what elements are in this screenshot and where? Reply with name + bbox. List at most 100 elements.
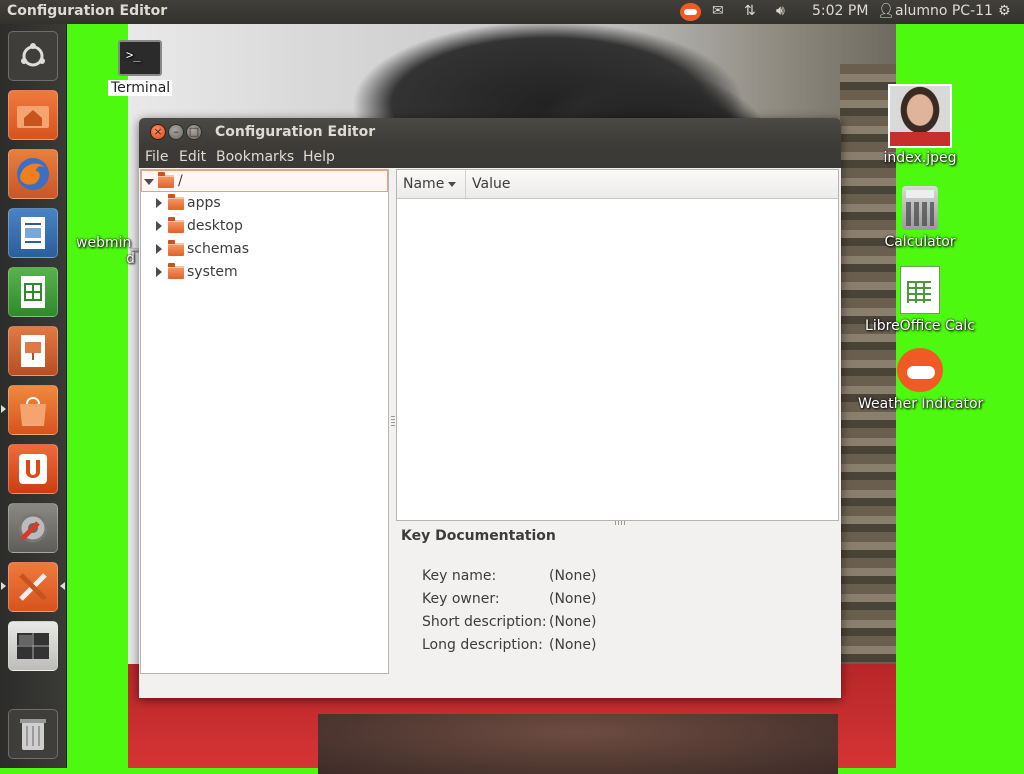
long-description-label: Long description: — [422, 637, 543, 653]
workspace-switcher-button[interactable] — [8, 621, 58, 671]
window-titlebar[interactable]: × – □ Configuration Editor — [139, 118, 841, 146]
volume-icon[interactable]: 🔊︎ — [776, 3, 785, 19]
calculator-label: Calculator — [884, 234, 956, 250]
webmin-label: webmin_ — [76, 235, 139, 251]
ubuntu-logo-icon — [9, 32, 57, 80]
menu-help[interactable]: Help — [303, 149, 335, 165]
files-launcher-button[interactable] — [8, 90, 58, 140]
tree-row-system[interactable]: system — [141, 262, 388, 284]
column-header-name[interactable]: Name — [397, 170, 466, 198]
tree-label: desktop — [187, 218, 243, 234]
tree-label: system — [187, 264, 238, 280]
column-name-label: Name — [403, 176, 445, 192]
webmin-label-2: d — [126, 251, 135, 267]
libreoffice-calc-desktop-icon[interactable]: LibreOffice Calc — [860, 266, 980, 334]
writer-launcher-button[interactable] — [8, 208, 58, 258]
tree-label: schemas — [187, 241, 249, 257]
minimize-icon: – — [173, 125, 179, 138]
short-description-value: (None) — [549, 614, 597, 630]
tree-row-apps[interactable]: apps — [141, 193, 388, 215]
menu-edit[interactable]: Edit — [179, 149, 206, 165]
key-documentation-heading: Key Documentation — [401, 528, 556, 544]
weather-indicator-icon[interactable] — [680, 3, 701, 21]
settings-wrench-icon — [9, 504, 57, 552]
folder-icon — [168, 217, 184, 233]
settings-gear-icon[interactable]: ⚙ — [998, 3, 1011, 19]
expander-closed-icon[interactable] — [156, 267, 162, 277]
key-value-list[interactable]: Name Value — [396, 169, 839, 521]
weather-cloud-icon — [897, 348, 943, 392]
terminal-desktop-icon[interactable]: >_ Terminal — [108, 40, 172, 96]
minimize-window-button[interactable]: – — [168, 124, 184, 140]
image-thumbnail-icon — [888, 84, 952, 148]
clock[interactable]: 5:02 PM — [812, 3, 868, 19]
index-jpeg-desktop-icon[interactable]: index.jpeg — [872, 84, 968, 166]
trash-icon — [9, 710, 57, 758]
home-folder-icon — [9, 91, 57, 139]
short-description-label: Short description: — [422, 614, 547, 630]
terminal-icon: >_ — [118, 40, 162, 76]
menu-bookmarks[interactable]: Bookmarks — [216, 149, 294, 165]
pane-resize-handle[interactable] — [615, 521, 625, 525]
weather-indicator-label: Weather Indicator — [858, 396, 984, 412]
expander-open-icon[interactable] — [144, 179, 154, 185]
document-icon — [9, 209, 57, 257]
impress-launcher-button[interactable] — [8, 326, 58, 376]
folder-icon — [168, 263, 184, 279]
close-icon: × — [153, 125, 163, 138]
key-name-label: Key name: — [422, 568, 497, 584]
tools-launcher-button[interactable] — [8, 562, 58, 612]
expander-closed-icon[interactable] — [156, 221, 162, 231]
long-description-value: (None) — [549, 637, 597, 653]
key-name-value: (None) — [549, 568, 597, 584]
tree-row-desktop[interactable]: desktop — [141, 216, 388, 238]
firefox-launcher-button[interactable] — [8, 149, 58, 199]
configuration-editor-window: × – □ Configuration Editor File Edit Boo… — [139, 118, 841, 698]
shopping-bag-icon — [9, 386, 57, 434]
weather-indicator-desktop-icon[interactable]: Weather Indicator — [858, 348, 984, 412]
trash-button[interactable] — [8, 709, 58, 759]
column-value-label: Value — [472, 176, 511, 192]
tree-row-schemas[interactable]: schemas — [141, 239, 388, 261]
tree-row-root[interactable]: / — [141, 170, 388, 192]
ubuntu-one-icon — [9, 445, 57, 493]
maximize-window-button[interactable]: □ — [186, 124, 202, 140]
expander-closed-icon[interactable] — [156, 198, 162, 208]
close-window-button[interactable]: × — [150, 124, 166, 140]
network-icon[interactable]: ⇅ — [744, 3, 756, 19]
terminal-label: Terminal — [108, 80, 172, 96]
menu-file[interactable]: File — [145, 149, 168, 165]
tree-label: / — [178, 173, 183, 189]
presentation-icon — [9, 327, 57, 375]
focused-indicator — [60, 582, 65, 590]
maximize-icon: □ — [188, 125, 200, 138]
calc-launcher-button[interactable] — [8, 267, 58, 317]
tree-label: apps — [187, 195, 221, 211]
software-center-button[interactable] — [8, 385, 58, 435]
key-owner-value: (None) — [549, 591, 597, 607]
folder-icon — [158, 172, 174, 188]
spreadsheet-icon — [9, 268, 57, 316]
menubar: File Edit Bookmarks Help — [139, 146, 841, 168]
running-indicator — [1, 582, 6, 590]
top-panel: Configuration Editor ✉ ⇅ 🔊︎ 5:02 PM 👤︎ a… — [0, 0, 1024, 24]
user-icon[interactable]: 👤︎ — [877, 3, 895, 19]
expander-closed-icon[interactable] — [156, 244, 162, 254]
folder-icon — [168, 240, 184, 256]
workspaces-icon — [9, 622, 57, 670]
webmin-desktop-icon[interactable]: webmin_ d — [76, 195, 138, 267]
launcher — [0, 24, 66, 768]
user-name[interactable]: alumno PC-11 — [895, 3, 993, 19]
window-title: Configuration Editor — [215, 124, 376, 140]
calculator-desktop-icon[interactable]: Calculator — [872, 186, 968, 250]
system-settings-button[interactable] — [8, 503, 58, 553]
column-header-value[interactable]: Value — [466, 170, 838, 198]
ubuntu-one-button[interactable] — [8, 444, 58, 494]
active-app-title: Configuration Editor — [7, 3, 168, 19]
libreoffice-calc-label: LibreOffice Calc — [865, 318, 975, 334]
mail-icon[interactable]: ✉ — [712, 3, 724, 19]
spreadsheet-icon — [900, 266, 940, 314]
pane-resize-handle[interactable] — [391, 416, 395, 428]
dash-home-button[interactable] — [8, 31, 58, 81]
key-tree[interactable]: / apps desktop schemas system — [140, 169, 389, 674]
